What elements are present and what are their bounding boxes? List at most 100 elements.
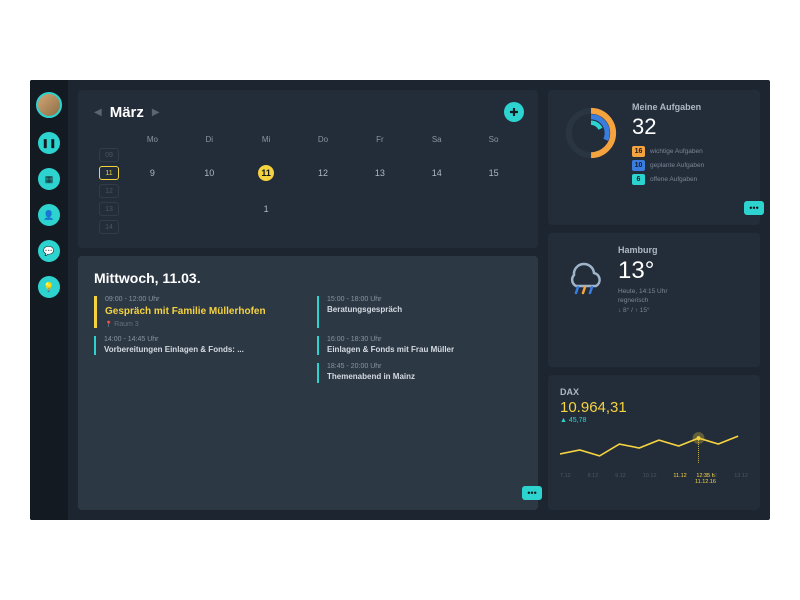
- sidebar: ❚❚ ▦ 👤 💬 💡: [30, 80, 68, 520]
- add-event-button[interactable]: ✚: [504, 102, 524, 122]
- calendar-day[interactable]: [408, 198, 465, 220]
- stock-marker: 12:35 h 11.12.16: [695, 473, 716, 486]
- calendar-day[interactable]: [351, 198, 408, 220]
- next-month-button[interactable]: ▶: [152, 107, 160, 118]
- task-category[interactable]: 6 offene Aufgaben: [632, 174, 748, 185]
- calendar-day[interactable]: [295, 198, 352, 220]
- task-category[interactable]: 10 geplante Aufgaben: [632, 160, 748, 171]
- task-count-badge: 10: [632, 160, 645, 171]
- weather-widget: Hamburg 13° Heute, 14:15 Uhr regnerisch …: [548, 233, 760, 368]
- calendar-day[interactable]: [351, 148, 408, 162]
- lightbulb-icon[interactable]: 💡: [38, 276, 60, 298]
- calendar-day[interactable]: [238, 220, 295, 234]
- week-number[interactable]: 14: [99, 220, 119, 234]
- week-number[interactable]: 09: [99, 148, 119, 162]
- weekday-header: Sa: [408, 131, 465, 148]
- prev-month-button[interactable]: ◀: [94, 107, 102, 118]
- calendar-day[interactable]: [408, 148, 465, 162]
- calendar-day[interactable]: [181, 184, 238, 198]
- task-count-badge: 6: [632, 174, 645, 185]
- task-label: wichtige Aufgaben: [650, 148, 703, 155]
- calendar-day[interactable]: [465, 148, 522, 162]
- left-panel: ◀ März ▶ ✚ MoDiMiDoFrSaSo091191011121314…: [78, 90, 538, 510]
- right-panel: Meine Aufgaben 32 16 wichtige Aufgaben 1…: [548, 90, 760, 510]
- calendar-day[interactable]: 12: [295, 162, 352, 184]
- calendar-day[interactable]: [181, 198, 238, 220]
- dashboard: ❚❚ ▦ 👤 💬 💡 ◀ März ▶ ✚ MoDiMiDoFrSaSo0911…: [30, 80, 770, 520]
- pause-icon[interactable]: ❚❚: [38, 132, 60, 154]
- calendar-day[interactable]: [295, 220, 352, 234]
- calendar-day[interactable]: 15: [465, 162, 522, 184]
- weekday-header: So: [465, 131, 522, 148]
- calendar-day[interactable]: [351, 220, 408, 234]
- task-label: geplante Aufgaben: [650, 162, 704, 169]
- calendar-day[interactable]: [295, 184, 352, 198]
- stock-name: DAX: [560, 387, 748, 397]
- calendar-day[interactable]: [238, 184, 295, 198]
- stock-sparkline: [560, 430, 748, 466]
- calendar-day[interactable]: [408, 184, 465, 198]
- calendar-day[interactable]: 14: [408, 162, 465, 184]
- weekday-header: Do: [295, 131, 352, 148]
- calendar-grid: MoDiMiDoFrSaSo091191011121314151213114: [94, 131, 522, 234]
- calendar-day[interactable]: 9: [124, 162, 181, 184]
- calendar-day[interactable]: [124, 198, 181, 220]
- calendar-day[interactable]: [465, 198, 522, 220]
- weather-time: Heute, 14:15 Uhr: [618, 287, 748, 297]
- calendar-day[interactable]: [295, 148, 352, 162]
- weather-city: Hamburg: [618, 245, 748, 255]
- calendar-day[interactable]: 10: [181, 162, 238, 184]
- week-number[interactable]: 11: [99, 166, 119, 180]
- calendar-day[interactable]: 13: [351, 162, 408, 184]
- event-location: Raum 3: [105, 321, 299, 328]
- calendar-day[interactable]: [181, 148, 238, 162]
- weekday-header: Di: [181, 131, 238, 148]
- user-icon[interactable]: 👤: [38, 204, 60, 226]
- event-item[interactable]: 16:00 - 18:30 Uhr Einlagen & Fonds mit F…: [317, 336, 522, 355]
- events-list: 09:00 - 12:00 Uhr Gespräch mit Familie M…: [94, 296, 522, 383]
- chat-icon[interactable]: 💬: [38, 240, 60, 262]
- task-label: offene Aufgaben: [650, 176, 697, 183]
- weekday-header: Mo: [124, 131, 181, 148]
- main-content: ◀ März ▶ ✚ MoDiMiDoFrSaSo091191011121314…: [68, 80, 770, 520]
- calendar-day[interactable]: [181, 220, 238, 234]
- tasks-donut-chart: [560, 102, 622, 164]
- event-item[interactable]: 14:00 - 14:45 Uhr Vorbereitungen Einlage…: [94, 336, 299, 355]
- event-item[interactable]: 15:00 - 18:00 Uhr Beratungsgespräch: [317, 296, 522, 328]
- event-title: Vorbereitungen Einlagen & Fonds: ...: [104, 345, 299, 355]
- rain-icon: [560, 251, 608, 299]
- stock-widget: DAX 10.964,31 ▲ 45,78 12:35 h 11.12.16 7…: [548, 375, 760, 510]
- avatar[interactable]: [36, 92, 62, 118]
- calendar-day[interactable]: [124, 220, 181, 234]
- event-item[interactable]: 09:00 - 12:00 Uhr Gespräch mit Familie M…: [94, 296, 299, 328]
- calendar-day[interactable]: [465, 220, 522, 234]
- calendar-day[interactable]: [238, 148, 295, 162]
- weekday-header: Fr: [351, 131, 408, 148]
- more-button[interactable]: •••: [522, 486, 542, 500]
- event-title: Einlagen & Fonds mit Frau Müller: [327, 345, 522, 355]
- calendar-day[interactable]: [408, 220, 465, 234]
- weather-temp: 13°: [618, 257, 748, 285]
- calendar-icon[interactable]: ▦: [38, 168, 60, 190]
- calendar-day[interactable]: [124, 148, 181, 162]
- calendar-day[interactable]: 11: [258, 165, 274, 181]
- event-title: Beratungsgespräch: [327, 305, 522, 315]
- task-category[interactable]: 16 wichtige Aufgaben: [632, 146, 748, 157]
- more-button[interactable]: •••: [744, 201, 764, 215]
- calendar-day[interactable]: 1: [238, 198, 295, 220]
- week-number[interactable]: 12: [99, 184, 119, 198]
- week-number[interactable]: 13: [99, 202, 119, 216]
- calendar-day[interactable]: [124, 184, 181, 198]
- event-time: 15:00 - 18:00 Uhr: [327, 296, 522, 303]
- stock-value: 10.964,31: [560, 399, 748, 416]
- calendar-day[interactable]: [351, 184, 408, 198]
- day-detail-card: Mittwoch, 11.03. 09:00 - 12:00 Uhr Gespr…: [78, 256, 538, 510]
- weather-condition: regnerisch: [618, 296, 748, 306]
- event-item[interactable]: 18:45 - 20:00 Uhr Themenabend in Mainz: [317, 363, 522, 382]
- tasks-widget: Meine Aufgaben 32 16 wichtige Aufgaben 1…: [548, 90, 760, 225]
- stock-axis: 7.128.129.1210.1211.1212.1213.12: [560, 473, 748, 479]
- calendar-day[interactable]: [465, 184, 522, 198]
- tasks-title: Meine Aufgaben: [632, 102, 748, 112]
- weekday-header: Mi: [238, 131, 295, 148]
- event-time: 18:45 - 20:00 Uhr: [327, 363, 522, 370]
